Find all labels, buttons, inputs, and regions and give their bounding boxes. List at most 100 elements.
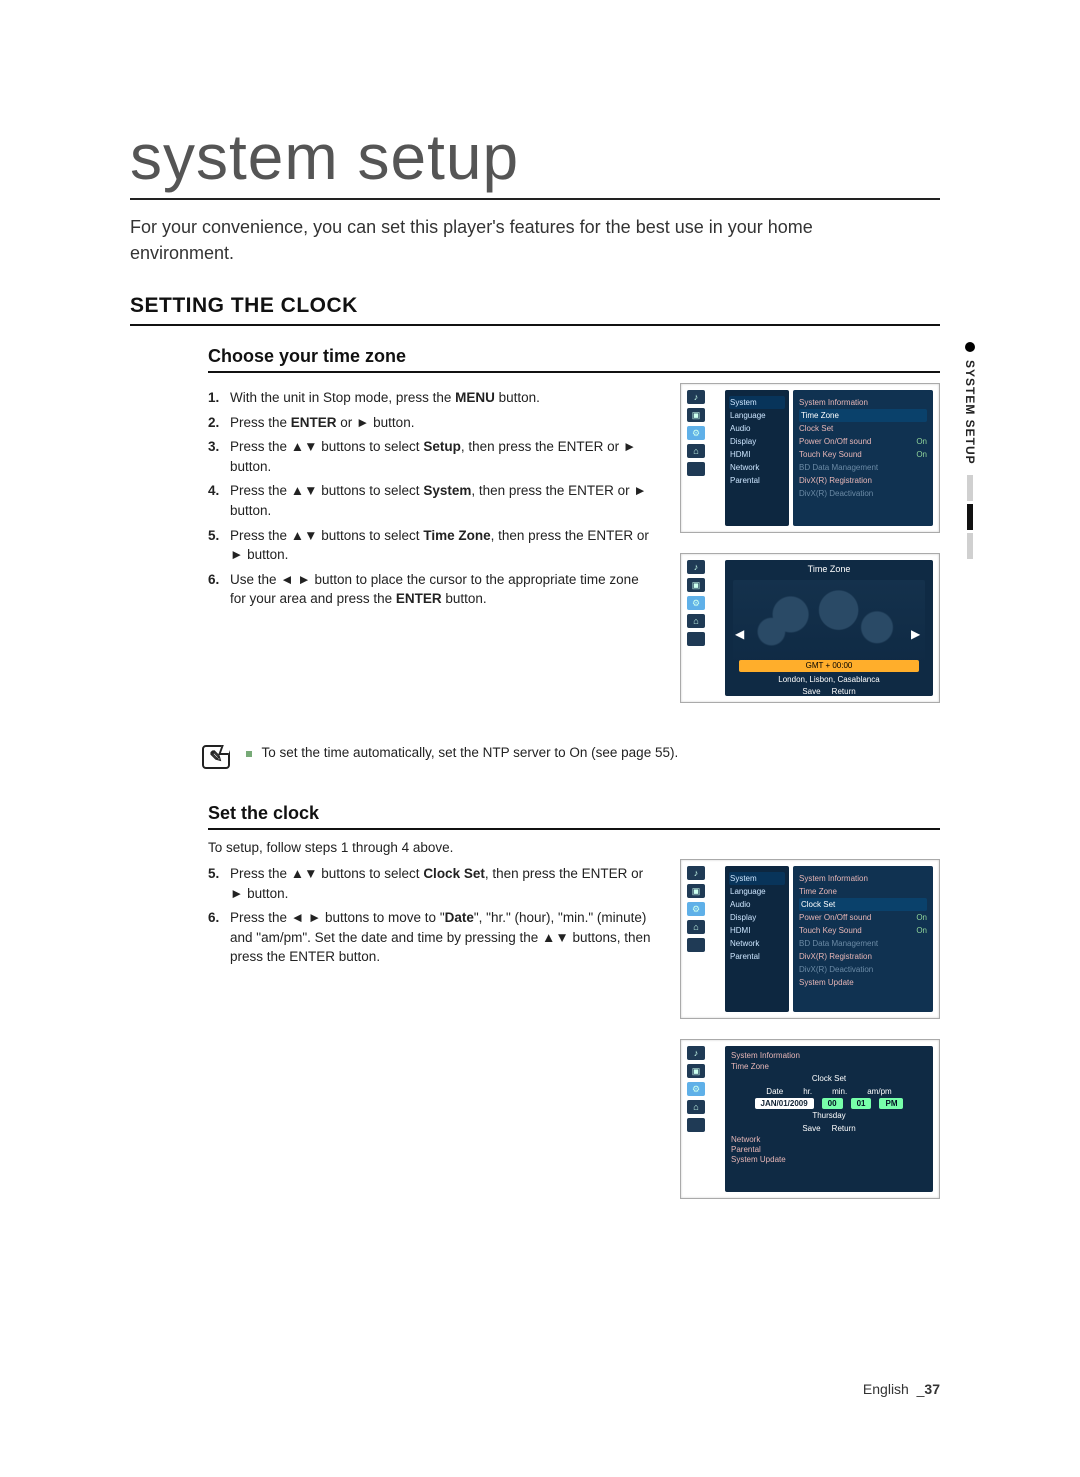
- clock-day: Thursday: [731, 1111, 927, 1120]
- tz-city: London, Lisbon, Casablanca: [725, 675, 933, 684]
- osd-nav-icon: ▣: [687, 408, 705, 422]
- page-intro: For your convenience, you can set this p…: [130, 214, 850, 266]
- clock-header: am/pm: [867, 1087, 891, 1096]
- osd-nav-icon: [687, 632, 705, 646]
- clock-buttons: Save Return: [731, 1124, 927, 1133]
- clock-intro: To setup, follow steps 1 through 4 above…: [208, 840, 940, 855]
- step-item: 2.Press the ENTER or ► button.: [208, 413, 654, 433]
- world-map-icon: [733, 580, 925, 666]
- osd-option-row: System Update: [799, 976, 927, 989]
- osd-category: System: [729, 396, 785, 409]
- osd-nav-icon: ⌂: [687, 920, 705, 934]
- footer-page: 37: [924, 1381, 940, 1397]
- osd-option-row: DivX(R) Deactivation: [799, 487, 927, 500]
- tz-title: Time Zone: [725, 560, 933, 578]
- osd-option-row: DivX(R) Registration: [799, 474, 927, 487]
- step-item: 4.Press the ▲▼ buttons to select System,…: [208, 481, 654, 520]
- note-icon: ✎: [202, 745, 230, 769]
- page-footer: English _37: [863, 1381, 940, 1397]
- osd-nav-icon: ▣: [687, 578, 705, 592]
- clock-header: min.: [832, 1087, 847, 1096]
- osd-option-row: System Information: [799, 872, 927, 885]
- note: ✎ To set the time automatically, set the…: [202, 745, 940, 769]
- osd-nav-icon: ⌂: [687, 444, 705, 458]
- note-bullet-icon: [246, 751, 252, 757]
- steps-clock: 5.Press the ▲▼ buttons to select Clock S…: [208, 864, 654, 967]
- osd-nav-icon: ♪: [687, 866, 705, 880]
- index-bars: [967, 475, 973, 559]
- arrow-right-icon: ▶: [911, 628, 923, 640]
- bullet-icon: [965, 342, 975, 352]
- step-item: 5.Press the ▲▼ buttons to select Clock S…: [208, 864, 654, 903]
- osd-option-row: Network: [731, 1135, 927, 1144]
- tz-gmt: GMT + 00:00: [739, 660, 919, 672]
- osd-option-row: Clock Set: [799, 898, 927, 911]
- osd-option-row: Touch Key SoundOn: [799, 448, 927, 461]
- osd-screenshot-clockset-menu: ♪ ▣ ⚙ ⌂ SystemLanguageAudioDisplayHDMINetwo…: [680, 859, 940, 1019]
- section-tab: SYSTEM SETUP: [956, 342, 984, 559]
- osd-option-row: Clock Set: [799, 422, 927, 435]
- osd-category: Language: [729, 885, 785, 898]
- osd-screenshot-timezone-map: ♪ ▣ ⚙ ⌂ Time Zone ◀ ▶ GMT + 00:00 London, L…: [680, 553, 940, 703]
- osd-nav-icon: ▣: [687, 884, 705, 898]
- step-item: 6.Use the ◄ ► button to place the cursor…: [208, 570, 654, 609]
- osd-option-row: Time Zone: [731, 1061, 927, 1072]
- osd-option-row: Time Zone: [799, 409, 927, 422]
- osd-category: System: [729, 872, 785, 885]
- osd-screenshot-timezone-menu: ♪▣⚙⌂ SystemLanguageAudioDisplayHDMINetwo…: [680, 383, 940, 533]
- osd-nav-icon: [687, 938, 705, 952]
- step-item: 3.Press the ▲▼ buttons to select Setup, …: [208, 437, 654, 476]
- steps-timezone: 1.With the unit in Stop mode, press the …: [208, 388, 654, 609]
- osd-option-row: Touch Key SoundOn: [799, 924, 927, 937]
- osd-category: Parental: [729, 474, 785, 487]
- osd-category: HDMI: [729, 924, 785, 937]
- clock-title: Clock Set: [731, 1074, 927, 1083]
- osd-screenshot-clockset-editor: ♪ ▣ ⚙ ⌂ System InformationTime Zone Clock S…: [680, 1039, 940, 1199]
- osd-option-row: BD Data Management: [799, 937, 927, 950]
- osd-category: Parental: [729, 950, 785, 963]
- osd-option-row: Power On/Off soundOn: [799, 435, 927, 448]
- osd-option-row: Time Zone: [799, 885, 927, 898]
- clock-header: hr.: [803, 1087, 812, 1096]
- osd-category: Audio: [729, 422, 785, 435]
- osd-nav-icon: ⌂: [687, 1100, 705, 1114]
- section-heading: SETTING THE CLOCK: [130, 294, 940, 326]
- osd-option-row: Power On/Off soundOn: [799, 911, 927, 924]
- osd-nav-icon: ♪: [687, 390, 705, 404]
- osd-category: Audio: [729, 898, 785, 911]
- osd-nav-icon: [687, 462, 705, 476]
- osd-option-row: System Information: [731, 1050, 927, 1061]
- osd-nav-icon: ▣: [687, 1064, 705, 1078]
- clock-value: 01: [851, 1098, 872, 1109]
- osd-nav-icon: ⚙: [687, 426, 705, 440]
- osd-option-row: DivX(R) Registration: [799, 950, 927, 963]
- section-tab-label: SYSTEM SETUP: [963, 360, 977, 465]
- page-title: system setup: [130, 120, 940, 200]
- arrow-left-icon: ◀: [735, 628, 747, 640]
- osd-option-row: BD Data Management: [799, 461, 927, 474]
- osd-nav-icon: ⚙: [687, 902, 705, 916]
- step-item: 5.Press the ▲▼ buttons to select Time Zo…: [208, 526, 654, 565]
- osd-nav-icon: ⌂: [687, 614, 705, 628]
- clock-value: PM: [879, 1098, 903, 1109]
- step-item: 6.Press the ◄ ► buttons to move to "Date…: [208, 908, 654, 967]
- osd-nav-icon: ♪: [687, 560, 705, 574]
- clock-value: 00: [822, 1098, 843, 1109]
- osd-category: HDMI: [729, 448, 785, 461]
- osd-category: Display: [729, 911, 785, 924]
- osd-category: Network: [729, 461, 785, 474]
- osd-nav-icon: ♪: [687, 1046, 705, 1060]
- osd-category: Language: [729, 409, 785, 422]
- subheading-timezone: Choose your time zone: [208, 346, 940, 373]
- osd-option-row: System Information: [799, 396, 927, 409]
- osd-nav-icon: [687, 1118, 705, 1132]
- clock-value: JAN/01/2009: [755, 1098, 814, 1109]
- subheading-clock: Set the clock: [208, 803, 940, 830]
- step-item: 1.With the unit in Stop mode, press the …: [208, 388, 654, 408]
- osd-nav-icon: ⚙: [687, 1082, 705, 1096]
- manual-page: SYSTEM SETUP system setup For your conve…: [0, 0, 1080, 1477]
- osd-category: Network: [729, 937, 785, 950]
- osd-nav-icon: ⚙: [687, 596, 705, 610]
- footer-lang: English: [863, 1381, 909, 1397]
- tz-buttons: Save Return: [725, 687, 933, 696]
